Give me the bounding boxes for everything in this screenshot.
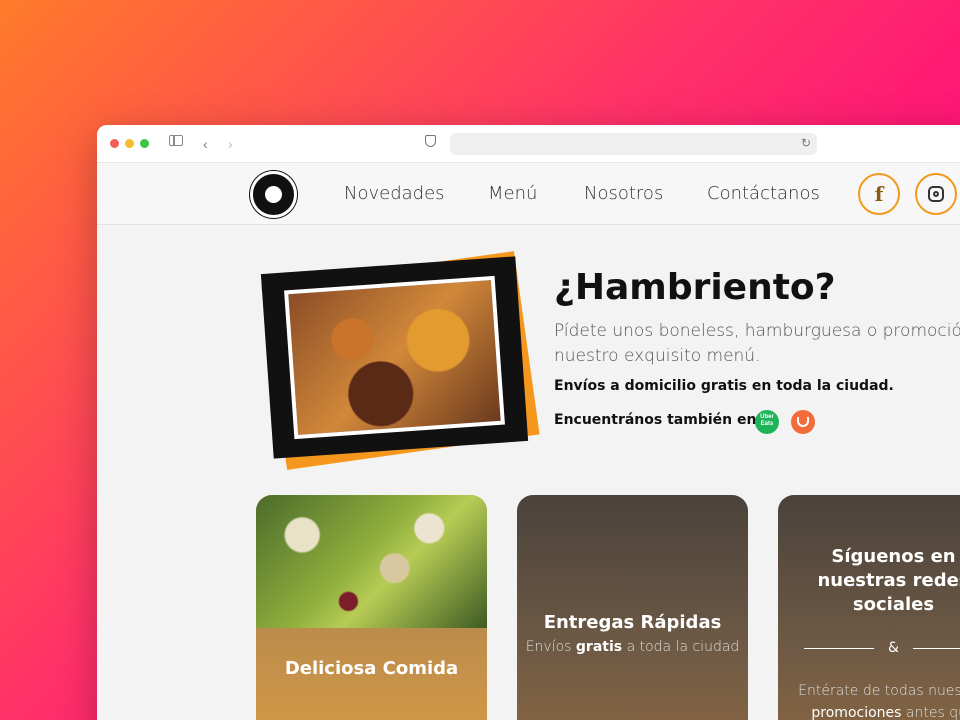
sidebar-toggle-icon[interactable]	[169, 135, 183, 146]
card-social-media[interactable]: Síguenos en nuestras redes sociales & En…	[778, 495, 960, 720]
hero-photo	[260, 251, 540, 470]
back-icon[interactable]: ‹	[203, 135, 208, 153]
card-subtitle: Envíos gratis a toda la ciudad	[525, 639, 740, 655]
find-us-text: Encuentrános también en:	[554, 412, 763, 428]
nav-link-nosotros[interactable]: Nosotros	[584, 183, 663, 204]
free-delivery-text: Envíos a domicilio gratis en toda la ciu…	[554, 378, 894, 394]
nav-link-menu[interactable]: Menú	[488, 183, 537, 204]
site-navbar: Novedades Menú Nosotros Contáctanos f	[97, 163, 960, 225]
minimize-window-button[interactable]	[125, 139, 134, 148]
hero-title: ¿Hambriento?	[554, 267, 836, 308]
instagram-button[interactable]	[915, 173, 957, 215]
food-photo	[284, 275, 505, 440]
browser-toolbar: ‹ › ↻	[97, 125, 960, 163]
facebook-button[interactable]: f	[858, 173, 900, 215]
salad-photo	[256, 495, 487, 628]
instagram-icon	[928, 186, 944, 202]
photo-frame	[260, 256, 529, 459]
site-logo[interactable]	[250, 171, 297, 218]
maximize-window-button[interactable]	[140, 139, 149, 148]
card-title: Deliciosa Comida	[256, 628, 487, 720]
hero-description: Pídete unos boneless, hamburguesa o prom…	[554, 321, 960, 366]
facebook-icon: f	[874, 182, 884, 206]
address-bar[interactable]: ↻	[450, 133, 817, 155]
reload-icon[interactable]: ↻	[801, 136, 811, 150]
card-title: Entregas Rápidas	[543, 612, 722, 633]
browser-window: ‹ › ↻ Novedades Menú Nosotros Contáctano…	[97, 125, 960, 720]
shield-icon[interactable]	[425, 135, 436, 147]
divider: &	[792, 640, 960, 656]
nav-link-contactanos[interactable]: Contáctanos	[707, 183, 820, 204]
card-title: Síguenos en nuestras redes sociales	[817, 546, 960, 615]
card-fast-delivery[interactable]: Entregas Rápidas Envíos gratis a toda la…	[517, 495, 748, 720]
card-text: Entérate de todas nuestras promociones a…	[798, 683, 960, 720]
forward-icon[interactable]: ›	[228, 135, 233, 153]
card-delicious-food[interactable]: Deliciosa Comida	[256, 495, 487, 720]
nav-link-novedades[interactable]: Novedades	[344, 183, 445, 204]
didi-food-icon[interactable]	[791, 410, 815, 434]
close-window-button[interactable]	[110, 139, 119, 148]
ubereats-icon[interactable]: Uber Eats	[755, 410, 779, 434]
